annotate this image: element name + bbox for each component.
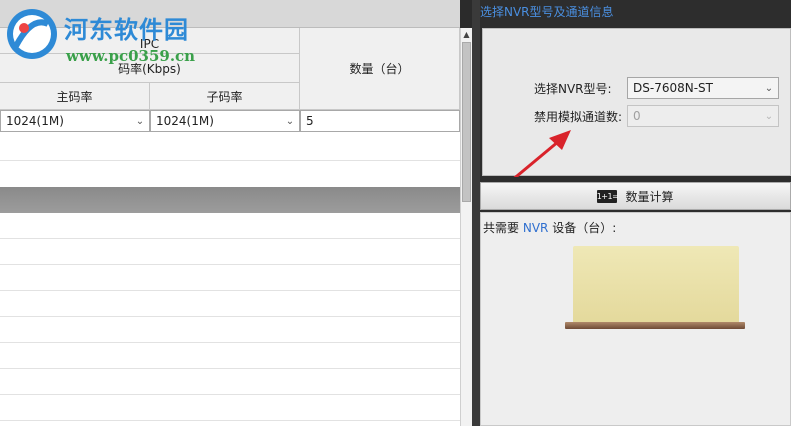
quantity-header: 数量（台）	[300, 28, 460, 110]
table-row-divider	[0, 342, 460, 343]
sub-stream-select[interactable]: 1024(1M) ⌄	[150, 110, 300, 132]
result-panel: 共需要 NVR 设备（台）:	[480, 212, 791, 426]
table-row-divider	[0, 290, 460, 291]
result-suffix: 设备（台）:	[552, 221, 617, 235]
disable-analog-value: 0	[633, 109, 641, 123]
calculator-icon: 1+1=	[596, 189, 619, 203]
table-row-divider	[0, 368, 460, 369]
table-row-divider	[0, 264, 460, 265]
chevron-down-icon[interactable]: ⌄	[762, 80, 776, 96]
chevron-down-icon[interactable]: ⌄	[133, 113, 147, 129]
nvr-device-image	[573, 246, 739, 328]
main-stream-value: 1024(1M)	[6, 114, 64, 128]
nvr-device-base	[565, 322, 745, 329]
chevron-down-icon[interactable]: ⌄	[283, 113, 297, 129]
calculate-button-label: 数量计算	[625, 189, 674, 204]
nvr-panel: 选择NVR型号及通道信息 选择NVR型号: DS-7608N-ST ⌄ 禁用模拟…	[480, 0, 791, 426]
result-prefix: 共需要	[483, 221, 520, 235]
calculate-button[interactable]: 1+1= 数量计算	[480, 182, 791, 210]
result-nvr-label: NVR	[522, 221, 549, 235]
disable-analog-select[interactable]: 0 ⌄	[627, 105, 779, 127]
quantity-value: 5	[306, 114, 314, 128]
logo-icon	[7, 9, 57, 59]
nvr-model-label: 选择NVR型号:	[534, 82, 612, 96]
sub-stream-value: 1024(1M)	[156, 114, 214, 128]
table-row-divider	[0, 316, 460, 317]
chevron-down-icon: ⌄	[764, 110, 774, 122]
main-stream-header-label: 主码率	[56, 89, 93, 104]
result-text: 共需要 NVR 设备（台）:	[483, 219, 616, 236]
sub-stream-header: 子码率	[150, 83, 300, 110]
panel-divider	[472, 0, 480, 426]
table-section-band	[0, 187, 460, 213]
table-row-divider	[0, 238, 460, 239]
table-row-divider	[0, 160, 460, 161]
scroll-up-icon[interactable]: ▲	[461, 28, 472, 40]
nvr-model-select[interactable]: DS-7608N-ST ⌄	[627, 77, 779, 99]
table-row-divider	[0, 394, 460, 395]
main-stream-header: 主码率	[0, 83, 150, 110]
table-row-divider	[0, 420, 460, 421]
nvr-model-value: DS-7608N-ST	[633, 81, 713, 95]
watermark-site-name: 河东软件园	[64, 15, 189, 44]
main-stream-select[interactable]: 1024(1M) ⌄	[0, 110, 150, 132]
quantity-input[interactable]: 5	[300, 110, 460, 132]
ipc-table-panel: IPC 码率(Kbps) 主码率 子码率 数量（台） 1024(1M) ⌄ 10…	[0, 0, 460, 426]
nvr-settings-box: 选择NVR型号: DS-7608N-ST ⌄ 禁用模拟通道数: 0 ⌄	[482, 28, 791, 177]
annotation-arrow-icon	[513, 130, 571, 177]
quantity-header-label: 数量（台）	[349, 62, 410, 76]
nvr-panel-title: 选择NVR型号及通道信息	[480, 5, 614, 19]
disable-analog-label: 禁用模拟通道数:	[534, 110, 623, 124]
sub-stream-header-label: 子码率	[206, 89, 243, 104]
watermark-url: www.pc0359.cn	[66, 47, 196, 65]
table-scrollbar[interactable]: ▲	[460, 28, 472, 426]
scrollbar-thumb[interactable]	[462, 42, 471, 202]
